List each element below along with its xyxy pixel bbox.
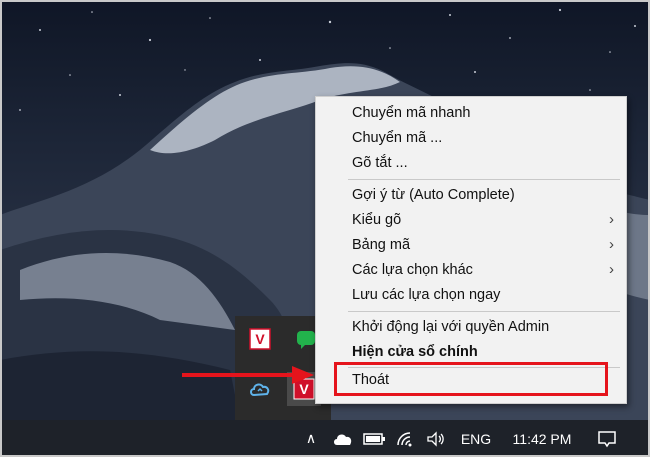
unikey-v-icon[interactable]: V <box>247 326 273 352</box>
menu-item-chuyen-ma-nhanh[interactable]: Chuyển mã nhanh <box>316 101 626 125</box>
show-hidden-icons-button[interactable]: ∧ <box>300 420 322 457</box>
menu-item-cac-lua-chon-khac[interactable]: Các lựa chọn khác › <box>316 258 626 282</box>
menu-item-chuyen-ma[interactable]: Chuyển mã ... <box>316 126 626 150</box>
taskbar: ∧ ENG 11:42 PM <box>0 420 650 457</box>
notification-center-icon[interactable] <box>592 420 622 457</box>
menu-item-kieu-go[interactable]: Kiểu gõ › <box>316 208 626 232</box>
menu-item-label: Gõ tắt ... <box>352 155 408 171</box>
menu-item-label: Kiểu gõ <box>352 212 402 228</box>
unikey-v-letter: V <box>255 331 265 347</box>
menu-item-bang-ma[interactable]: Bảng mã › <box>316 233 626 257</box>
battery-icon[interactable] <box>362 420 388 457</box>
menu-item-label: Lưu các lựa chọn ngay <box>352 287 501 303</box>
taskbar-clock[interactable]: 11:42 PM <box>504 420 580 457</box>
thoat-highlight-box <box>334 362 608 396</box>
menu-separator <box>348 179 620 180</box>
menu-separator <box>348 311 620 312</box>
menu-item-label: Hiện cửa sổ chính <box>352 344 478 360</box>
menu-item-label: Khởi động lại với quyền Admin <box>352 319 550 335</box>
submenu-arrow-icon: › <box>609 211 614 228</box>
unikey-v-icon-graphic: V <box>249 328 271 350</box>
menu-item-label: Gợi ý từ (Auto Complete) <box>352 187 515 203</box>
input-language-indicator[interactable]: ENG <box>456 420 496 457</box>
submenu-arrow-icon: › <box>609 261 614 278</box>
menu-item-label: Các lựa chọn khác <box>352 262 473 278</box>
onedrive-cloud-icon[interactable] <box>330 420 356 457</box>
red-pointer-arrow-icon <box>182 366 314 384</box>
menu-item-hien-cua-so-chinh[interactable]: Hiện cửa sổ chính <box>316 340 626 364</box>
unikey-context-menu: Chuyển mã nhanh Chuyển mã ... Gõ tắt ...… <box>315 96 627 404</box>
menu-item-label: Chuyển mã ... <box>352 130 443 146</box>
submenu-arrow-icon: › <box>609 236 614 253</box>
menu-item-go-tat[interactable]: Gõ tắt ... <box>316 151 626 175</box>
menu-item-khoi-dong-lai-admin[interactable]: Khởi động lại với quyền Admin <box>316 315 626 339</box>
menu-item-label: Chuyển mã nhanh <box>352 105 471 121</box>
wifi-icon[interactable] <box>394 420 418 457</box>
menu-item-goi-y-tu[interactable]: Gợi ý từ (Auto Complete) <box>316 183 626 207</box>
menu-item-luu-cac-lua-chon[interactable]: Lưu các lựa chọn ngay <box>316 283 626 307</box>
menu-item-label: Bảng mã <box>352 237 411 253</box>
chevron-up-icon: ∧ <box>305 430 317 446</box>
volume-icon[interactable] <box>424 420 448 457</box>
